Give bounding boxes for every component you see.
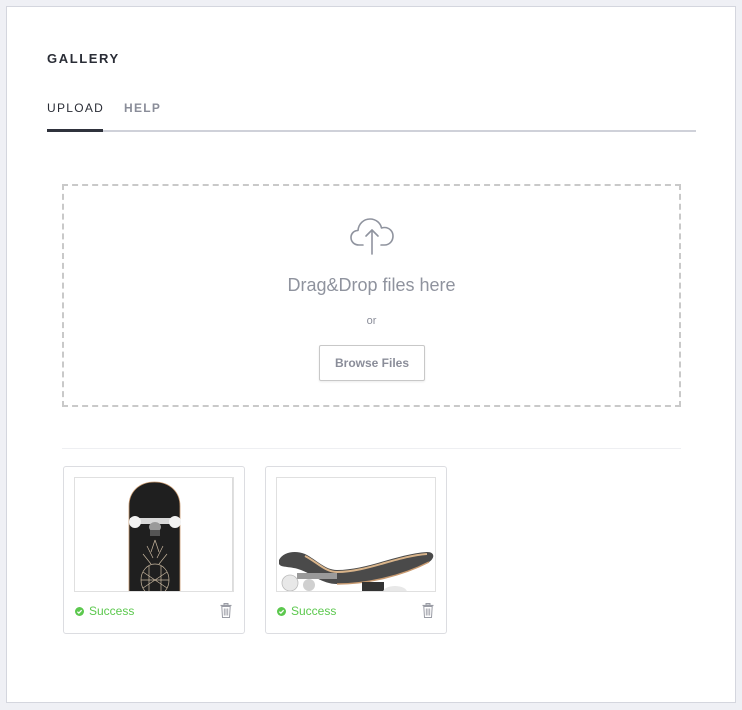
page-title: GALLERY <box>47 51 120 66</box>
file-preview-card: Success <box>265 466 447 634</box>
upload-status: Success <box>277 604 336 618</box>
skateboard-deck-image <box>128 478 233 591</box>
check-circle-icon <box>75 606 84 616</box>
file-thumbnail <box>276 477 436 592</box>
tab-help[interactable]: HELP <box>124 101 161 115</box>
status-text: Success <box>89 604 135 618</box>
tab-bar: UPLOAD HELP <box>47 95 696 132</box>
check-circle-icon <box>277 606 286 616</box>
file-preview-card: Success <box>63 466 245 634</box>
gallery-card: GALLERY UPLOAD HELP Drag&Drop files here… <box>6 6 736 703</box>
file-thumbnail <box>74 477 234 592</box>
tab-upload[interactable]: UPLOAD <box>47 101 104 115</box>
upload-status: Success <box>75 604 134 618</box>
status-text: Success <box>291 604 337 618</box>
dropzone-or-text: or <box>366 315 377 327</box>
dropzone-text: Drag&Drop files here <box>287 275 456 295</box>
active-tab-indicator <box>47 129 103 132</box>
file-dropzone[interactable]: Drag&Drop files here or Browse Files <box>62 184 681 407</box>
cloud-upload-icon <box>350 218 394 255</box>
trash-icon[interactable] <box>220 603 232 618</box>
trash-icon[interactable] <box>422 603 434 618</box>
skateboard-side-image <box>279 552 434 591</box>
browse-files-button[interactable]: Browse Files <box>319 345 425 381</box>
divider <box>62 448 681 449</box>
